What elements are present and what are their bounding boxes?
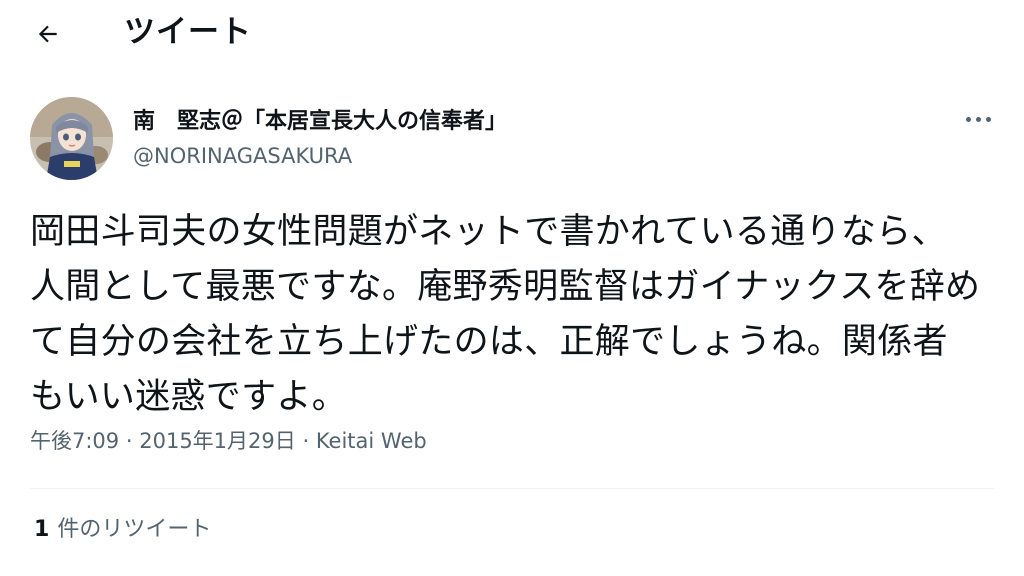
more-horizontal-icon-dot bbox=[985, 116, 991, 122]
more-options-button[interactable] bbox=[958, 104, 998, 134]
page-title: ツイート bbox=[124, 14, 252, 50]
avatar-image bbox=[30, 97, 113, 180]
avatar[interactable] bbox=[30, 97, 113, 180]
retweet-label: 件のリツイート bbox=[57, 517, 212, 542]
arrow-left-icon bbox=[38, 25, 57, 43]
back-button[interactable] bbox=[28, 14, 68, 54]
tweet-source[interactable]: Keitai Web bbox=[316, 429, 427, 453]
meta-separator: · bbox=[125, 429, 133, 453]
tweet-text: 岡田斗司夫の女性問題がネットで書かれている通りなら、人間として最悪ですな。庵野秀… bbox=[30, 212, 981, 417]
tweet-meta: 午後7:09 · 2015年1月29日 · Keitai Web bbox=[30, 426, 427, 456]
header: ツイート bbox=[0, 0, 1024, 66]
retweet-stats-link[interactable]: 1 件のリツイート bbox=[34, 515, 211, 545]
meta-separator: · bbox=[302, 429, 310, 453]
tweet-time[interactable]: 午後7:09 bbox=[30, 429, 119, 453]
divider bbox=[30, 488, 994, 489]
tweet-date[interactable]: 2015年1月29日 bbox=[139, 429, 296, 453]
retweet-count: 1 bbox=[34, 517, 50, 542]
more-horizontal-icon-dot bbox=[965, 116, 971, 122]
tweet-page: ツイート 南 堅志＠「本居宣長大人の信奉者」 @NORINAGASAKURA 岡… bbox=[0, 0, 1024, 576]
author-display-name[interactable]: 南 堅志＠「本居宣長大人の信奉者」 bbox=[133, 107, 507, 137]
author-handle[interactable]: @NORINAGASAKURA bbox=[133, 142, 352, 170]
more-horizontal-icon-dot bbox=[975, 116, 981, 122]
